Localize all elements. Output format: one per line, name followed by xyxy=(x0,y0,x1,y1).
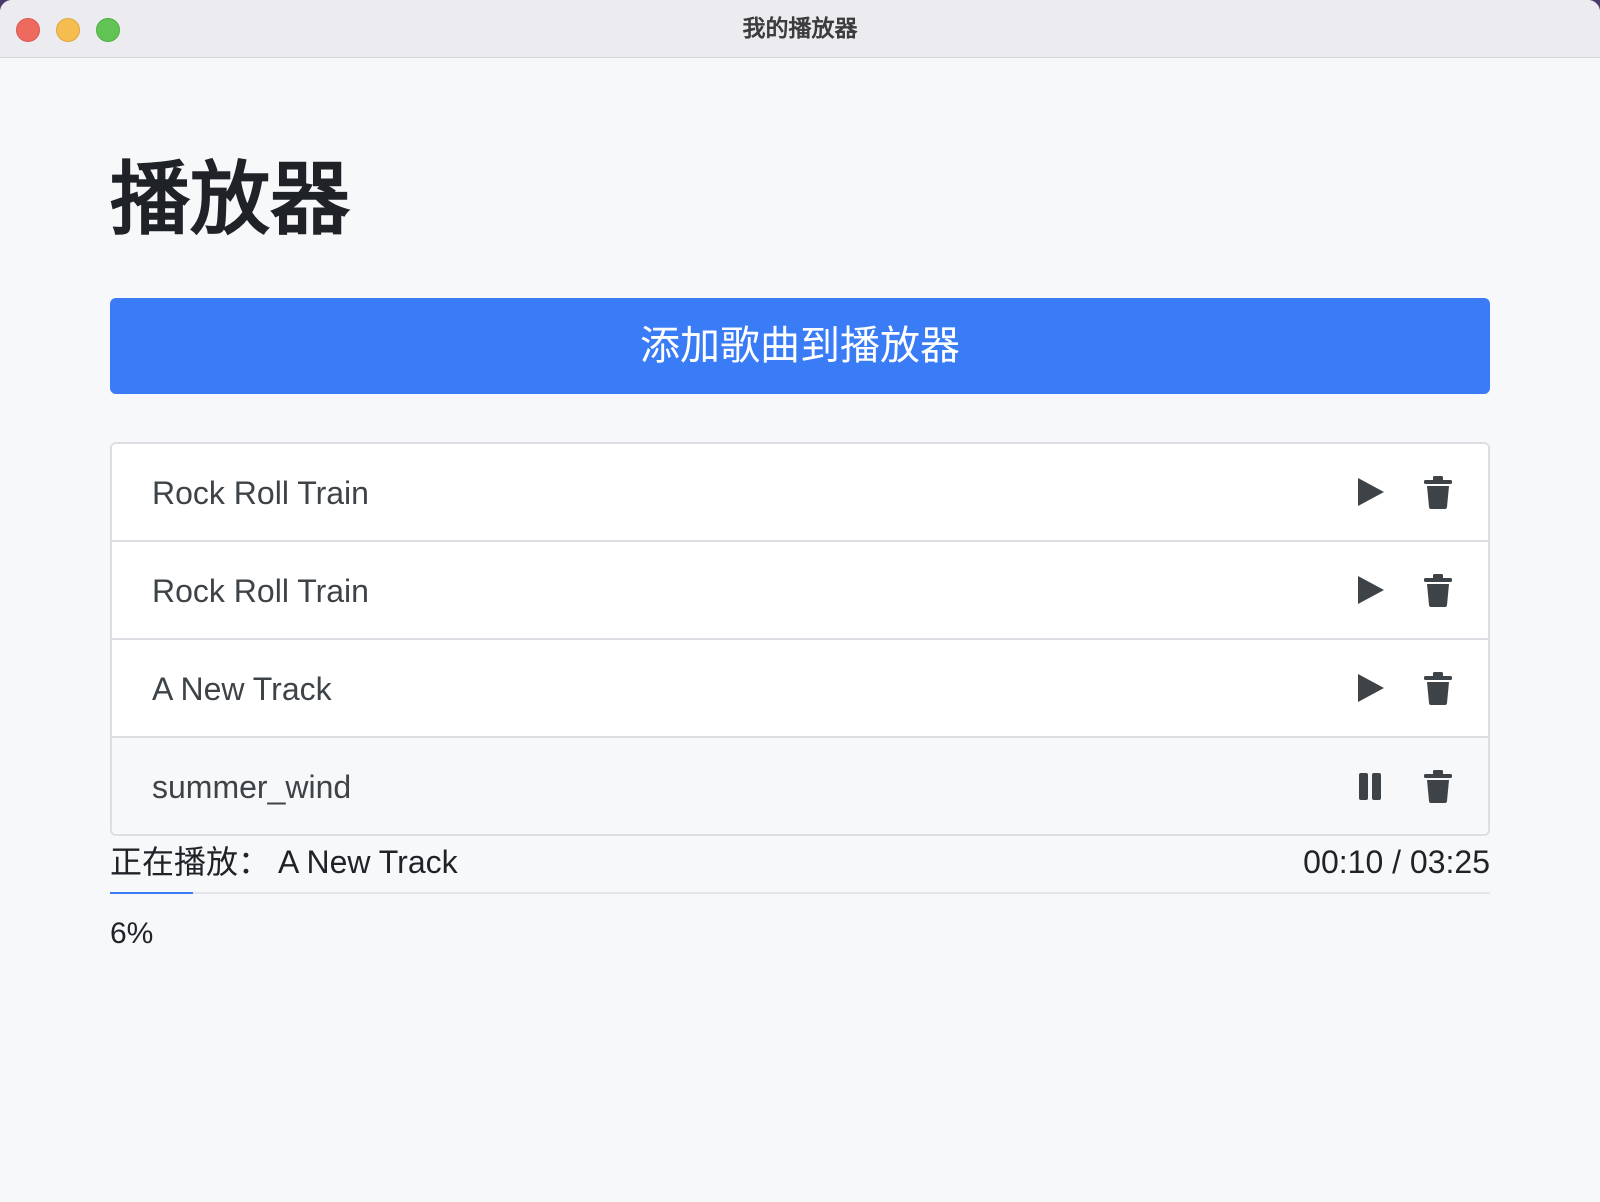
track-title: A New Track xyxy=(152,671,332,707)
track-title: summer_wind xyxy=(152,769,352,805)
now-playing-track: A New Track xyxy=(278,844,458,880)
delete-button[interactable] xyxy=(1420,768,1456,804)
add-song-button[interactable]: 添加歌曲到播放器 xyxy=(110,298,1490,394)
track-title: Rock Roll Train xyxy=(152,475,369,511)
title-bar: 我的播放器 xyxy=(0,0,1600,58)
playback-time: 00:10 / 03:25 xyxy=(1303,844,1490,880)
play-icon xyxy=(1352,474,1388,510)
trash-icon xyxy=(1420,572,1456,608)
trash-icon xyxy=(1420,670,1456,706)
pause-button[interactable] xyxy=(1352,768,1388,804)
now-playing-label: 正在播放： xyxy=(110,843,271,881)
playlist-item[interactable]: Rock Roll Train xyxy=(112,444,1488,542)
delete-button[interactable] xyxy=(1420,474,1456,510)
play-icon xyxy=(1352,572,1388,608)
play-button[interactable] xyxy=(1352,670,1388,706)
progress-fill xyxy=(110,892,193,894)
app-window: 我的播放器 播放器 添加歌曲到播放器 Rock Roll Train Rock R… xyxy=(0,0,1600,1202)
progress-bar[interactable] xyxy=(110,892,1490,894)
trash-icon xyxy=(1420,768,1456,804)
play-button[interactable] xyxy=(1352,572,1388,608)
trash-icon xyxy=(1420,474,1456,510)
playlist-item[interactable]: Rock Roll Train xyxy=(112,542,1488,640)
delete-button[interactable] xyxy=(1420,670,1456,706)
delete-button[interactable] xyxy=(1420,572,1456,608)
play-button[interactable] xyxy=(1352,474,1388,510)
window-title: 我的播放器 xyxy=(742,16,858,42)
play-icon xyxy=(1352,670,1388,706)
playlist-item[interactable]: A New Track xyxy=(112,640,1488,738)
page-title: 播放器 xyxy=(110,153,350,246)
progress-percent: 6% xyxy=(110,917,154,950)
track-title: Rock Roll Train xyxy=(152,573,369,609)
playlist: Rock Roll Train Rock Roll Train A New Trac… xyxy=(110,442,1490,836)
pause-icon xyxy=(1352,768,1388,804)
playlist-item[interactable]: summer_wind xyxy=(112,738,1488,834)
